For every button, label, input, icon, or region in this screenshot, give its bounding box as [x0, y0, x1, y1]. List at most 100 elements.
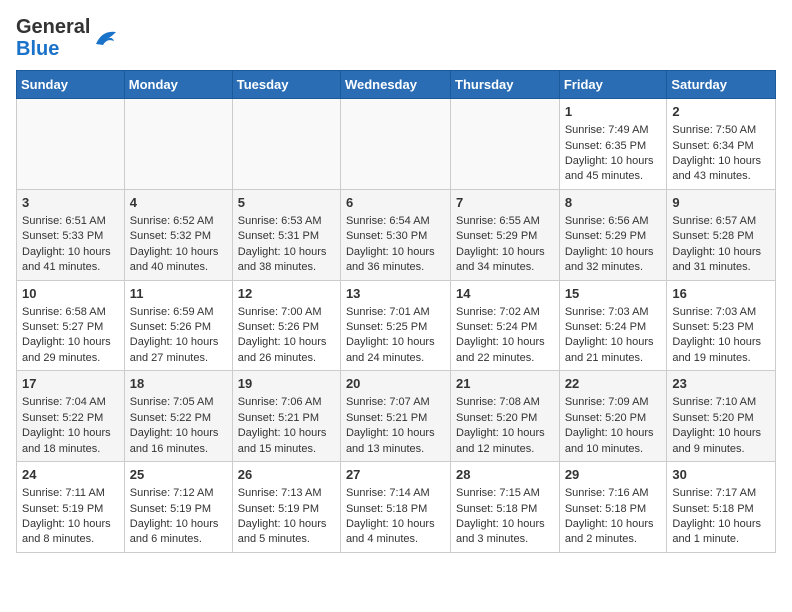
calendar-cell: 3Sunrise: 6:51 AMSunset: 5:33 PMDaylight… [17, 189, 125, 280]
weekday-header-wednesday: Wednesday [340, 71, 450, 99]
day-number: 1 [565, 103, 662, 121]
day-info: Sunrise: 6:55 AM [456, 214, 554, 229]
calendar-cell: 19Sunrise: 7:06 AMSunset: 5:21 PMDayligh… [232, 371, 340, 462]
day-info: Sunrise: 7:03 AM [565, 305, 662, 320]
day-info: Sunrise: 7:09 AM [565, 395, 662, 410]
day-number: 12 [238, 285, 335, 303]
weekday-header-tuesday: Tuesday [232, 71, 340, 99]
calendar-cell: 24Sunrise: 7:11 AMSunset: 5:19 PMDayligh… [17, 462, 125, 553]
calendar-cell: 17Sunrise: 7:04 AMSunset: 5:22 PMDayligh… [17, 371, 125, 462]
calendar-cell: 29Sunrise: 7:16 AMSunset: 5:18 PMDayligh… [559, 462, 667, 553]
day-number: 8 [565, 194, 662, 212]
day-info: Sunrise: 6:56 AM [565, 214, 662, 229]
day-info: Daylight: 10 hours and 27 minutes. [130, 335, 227, 366]
day-info: Daylight: 10 hours and 1 minute. [672, 517, 770, 548]
day-info: Daylight: 10 hours and 22 minutes. [456, 335, 554, 366]
day-info: Sunset: 5:24 PM [565, 320, 662, 335]
day-info: Daylight: 10 hours and 3 minutes. [456, 517, 554, 548]
day-info: Sunset: 5:33 PM [22, 229, 119, 244]
weekday-header-sunday: Sunday [17, 71, 125, 99]
day-info: Sunset: 5:19 PM [238, 502, 335, 517]
day-number: 27 [346, 466, 445, 484]
calendar-cell: 16Sunrise: 7:03 AMSunset: 5:23 PMDayligh… [667, 280, 776, 371]
calendar-cell: 2Sunrise: 7:50 AMSunset: 6:34 PMDaylight… [667, 99, 776, 190]
weekday-header-thursday: Thursday [451, 71, 560, 99]
day-info: Sunrise: 7:03 AM [672, 305, 770, 320]
day-number: 10 [22, 285, 119, 303]
day-info: Sunrise: 7:08 AM [456, 395, 554, 410]
calendar-cell [340, 99, 450, 190]
day-info: Sunrise: 7:02 AM [456, 305, 554, 320]
weekday-header-saturday: Saturday [667, 71, 776, 99]
day-number: 3 [22, 194, 119, 212]
day-info: Daylight: 10 hours and 26 minutes. [238, 335, 335, 366]
day-info: Sunrise: 7:50 AM [672, 123, 770, 138]
day-info: Daylight: 10 hours and 29 minutes. [22, 335, 119, 366]
day-info: Sunset: 5:18 PM [565, 502, 662, 517]
day-info: Daylight: 10 hours and 6 minutes. [130, 517, 227, 548]
day-info: Sunset: 5:18 PM [456, 502, 554, 517]
day-info: Daylight: 10 hours and 8 minutes. [22, 517, 119, 548]
calendar-cell: 14Sunrise: 7:02 AMSunset: 5:24 PMDayligh… [451, 280, 560, 371]
week-row-0: 1Sunrise: 7:49 AMSunset: 6:35 PMDaylight… [17, 99, 776, 190]
day-info: Sunset: 5:30 PM [346, 229, 445, 244]
day-number: 19 [238, 375, 335, 393]
day-info: Sunset: 5:22 PM [22, 411, 119, 426]
weekday-header-monday: Monday [124, 71, 232, 99]
day-info: Sunset: 5:31 PM [238, 229, 335, 244]
day-info: Sunrise: 7:13 AM [238, 486, 335, 501]
weekday-header-row: SundayMondayTuesdayWednesdayThursdayFrid… [17, 71, 776, 99]
day-info: Sunset: 5:23 PM [672, 320, 770, 335]
day-info: Sunrise: 7:06 AM [238, 395, 335, 410]
day-number: 11 [130, 285, 227, 303]
week-row-3: 17Sunrise: 7:04 AMSunset: 5:22 PMDayligh… [17, 371, 776, 462]
day-info: Sunrise: 7:15 AM [456, 486, 554, 501]
day-info: Daylight: 10 hours and 38 minutes. [238, 245, 335, 276]
day-info: Daylight: 10 hours and 10 minutes. [565, 426, 662, 457]
day-info: Daylight: 10 hours and 21 minutes. [565, 335, 662, 366]
calendar-cell [124, 99, 232, 190]
calendar-cell [17, 99, 125, 190]
day-info: Daylight: 10 hours and 13 minutes. [346, 426, 445, 457]
calendar-table: SundayMondayTuesdayWednesdayThursdayFrid… [16, 70, 776, 553]
day-info: Daylight: 10 hours and 16 minutes. [130, 426, 227, 457]
day-info: Daylight: 10 hours and 24 minutes. [346, 335, 445, 366]
day-info: Daylight: 10 hours and 36 minutes. [346, 245, 445, 276]
day-info: Sunset: 5:26 PM [238, 320, 335, 335]
day-info: Daylight: 10 hours and 43 minutes. [672, 154, 770, 185]
week-row-1: 3Sunrise: 6:51 AMSunset: 5:33 PMDaylight… [17, 189, 776, 280]
day-info: Daylight: 10 hours and 19 minutes. [672, 335, 770, 366]
week-row-4: 24Sunrise: 7:11 AMSunset: 5:19 PMDayligh… [17, 462, 776, 553]
day-info: Sunrise: 6:52 AM [130, 214, 227, 229]
header: General Blue [16, 16, 776, 60]
day-number: 28 [456, 466, 554, 484]
calendar-cell: 28 Sunrise: 7:15 AMSunset: 5:18 PMDayligh… [451, 462, 560, 553]
day-info: Daylight: 10 hours and 15 minutes. [238, 426, 335, 457]
day-info: Sunset: 5:29 PM [456, 229, 554, 244]
day-info: Daylight: 10 hours and 18 minutes. [22, 426, 119, 457]
day-number: 23 [672, 375, 770, 393]
calendar-cell: 15Sunrise: 7:03 AMSunset: 5:24 PMDayligh… [559, 280, 667, 371]
day-info: Sunrise: 7:17 AM [672, 486, 770, 501]
day-number: 4 [130, 194, 227, 212]
calendar-cell: 18Sunrise: 7:05 AMSunset: 5:22 PMDayligh… [124, 371, 232, 462]
day-info: Daylight: 10 hours and 12 minutes. [456, 426, 554, 457]
calendar-cell: 13Sunrise: 7:01 AMSunset: 5:25 PMDayligh… [340, 280, 450, 371]
day-info: Daylight: 10 hours and 41 minutes. [22, 245, 119, 276]
calendar-cell: 4Sunrise: 6:52 AMSunset: 5:32 PMDaylight… [124, 189, 232, 280]
day-info: Daylight: 10 hours and 34 minutes. [456, 245, 554, 276]
day-info: Sunset: 5:28 PM [672, 229, 770, 244]
calendar-cell [232, 99, 340, 190]
day-number: 14 [456, 285, 554, 303]
day-info: Sunrise: 6:54 AM [346, 214, 445, 229]
day-info: Sunset: 5:19 PM [22, 502, 119, 517]
calendar-cell: 5Sunrise: 6:53 AMSunset: 5:31 PMDaylight… [232, 189, 340, 280]
day-number: 7 [456, 194, 554, 212]
day-number: 9 [672, 194, 770, 212]
day-info: Sunrise: 7:00 AM [238, 305, 335, 320]
calendar-cell: 20Sunrise: 7:07 AMSunset: 5:21 PMDayligh… [340, 371, 450, 462]
calendar-cell: 27Sunrise: 7:14 AMSunset: 5:18 PMDayligh… [340, 462, 450, 553]
day-info: Sunrise: 6:53 AM [238, 214, 335, 229]
day-info: Sunrise: 7:49 AM [565, 123, 662, 138]
calendar-cell: 10Sunrise: 6:58 AMSunset: 5:27 PMDayligh… [17, 280, 125, 371]
